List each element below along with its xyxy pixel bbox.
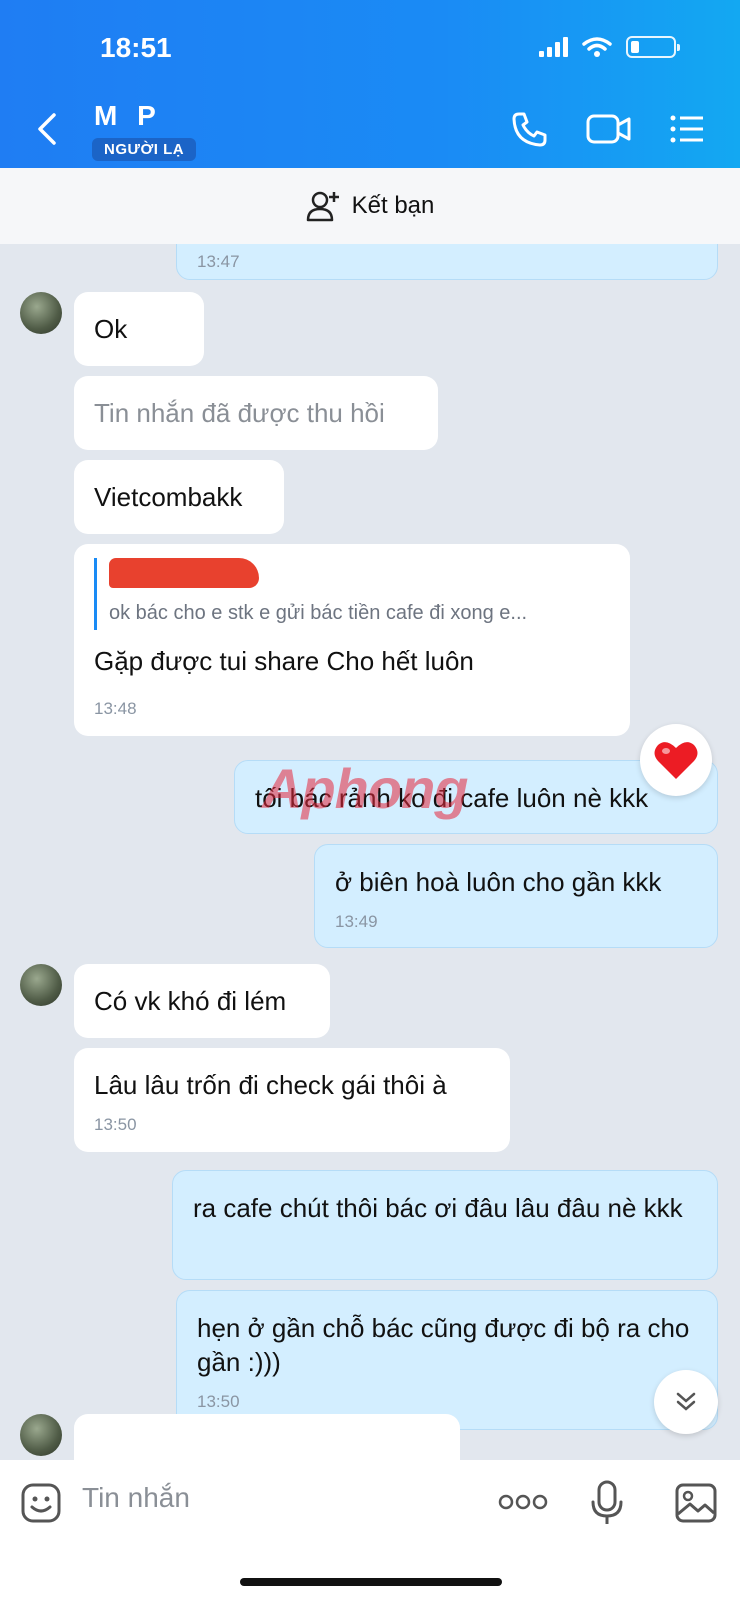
quoted-message[interactable]: ok bác cho e stk e gửi bác tiền cafe đi …	[94, 558, 630, 630]
message-text: ở biên hoà luôn cho gần kkk	[335, 867, 662, 897]
message-bubble-received[interactable]: Ok	[74, 292, 204, 366]
contact-avatar[interactable]	[20, 1414, 62, 1456]
scroll-to-bottom-button[interactable]	[654, 1370, 718, 1434]
message-text: Ok	[94, 314, 128, 344]
contact-name[interactable]: M P	[94, 100, 162, 132]
message-bubble-sent[interactable]: 13:47	[176, 244, 718, 280]
message-text: Lâu lâu trốn đi check gái thôi à	[94, 1070, 447, 1100]
message-bubble-sent[interactable]: hẹn ở gần chỗ bác cũng được đi bộ ra cho…	[176, 1290, 718, 1430]
message-bubble-sent[interactable]: ở biên hoà luôn cho gần kkk 13:49	[314, 844, 718, 948]
message-time: 13:48	[94, 699, 137, 718]
message-bubble-received[interactable]	[74, 1414, 460, 1460]
message-input-bar: Tin nhắn	[0, 1460, 740, 1600]
message-bubble-received[interactable]: Lâu lâu trốn đi check gái thôi à 13:50	[74, 1048, 510, 1152]
home-indicator	[240, 1578, 502, 1586]
message-bubble-sent[interactable]: ra cafe chút thôi bác ơi đâu lâu đâu nè …	[172, 1170, 718, 1280]
wifi-icon	[582, 37, 612, 57]
double-chevron-down-icon	[676, 1392, 696, 1411]
message-list[interactable]: 13:47 Ok Tin nhắn đã được thu hồi Vietco…	[0, 244, 740, 1460]
message-text: hẹn ở gần chỗ bác cũng được đi bộ ra cho…	[197, 1313, 690, 1377]
message-text: Có vk khó đi lém	[94, 986, 287, 1016]
message-bubble-received[interactable]: Vietcombakk	[74, 460, 284, 534]
status-icons	[539, 36, 680, 58]
menu-list-icon[interactable]	[668, 110, 706, 148]
chat-header: 18:51 M P NGƯỜI LẠ	[0, 0, 740, 168]
redacted-name	[109, 558, 259, 588]
message-time: 13:50	[94, 1115, 137, 1134]
message-text: ra cafe chút thôi bác ơi đâu lâu đâu nè …	[193, 1193, 683, 1223]
more-options-icon[interactable]	[498, 1490, 548, 1514]
contact-avatar[interactable]	[20, 964, 62, 1006]
message-time: 13:49	[335, 912, 378, 931]
stranger-badge: NGƯỜI LẠ	[92, 138, 197, 161]
quoted-text: ok bác cho e stk e gửi bác tiền cafe đi …	[109, 602, 528, 624]
message-text: Vietcombakk	[94, 482, 243, 512]
microphone-icon[interactable]	[590, 1480, 624, 1526]
message-bubble-received[interactable]: Có vk khó đi lém	[74, 964, 330, 1038]
message-input[interactable]: Tin nhắn	[82, 1482, 190, 1514]
message-text: Tin nhắn đã được thu hồi	[94, 398, 385, 428]
message-time: 13:47	[197, 252, 240, 271]
contact-avatar[interactable]	[20, 292, 62, 334]
status-time: 18:51	[100, 32, 172, 63]
message-bubble-reply[interactable]: ok bác cho e stk e gửi bác tiền cafe đi …	[74, 544, 630, 736]
message-bubble-recalled[interactable]: Tin nhắn đã được thu hồi	[74, 376, 438, 450]
add-friend-bar[interactable]: Kết bạn	[0, 168, 740, 244]
emoji-sticker-icon[interactable]	[20, 1482, 62, 1524]
battery-icon	[626, 36, 680, 58]
heart-icon	[654, 742, 698, 779]
video-call-icon[interactable]	[586, 110, 632, 148]
heart-reaction[interactable]	[640, 724, 712, 796]
message-text: tối bác rảnh ko đi cafe luôn nè kkk	[255, 783, 649, 813]
back-arrow-icon[interactable]	[36, 112, 58, 146]
phone-call-icon[interactable]	[510, 110, 548, 148]
add-friend-icon	[306, 191, 339, 222]
signal-icon	[539, 37, 568, 57]
add-friend-label: Kết bạn	[351, 192, 435, 219]
image-gallery-icon[interactable]	[674, 1482, 718, 1524]
message-text: Gặp được tui share Cho hết luôn	[94, 646, 474, 676]
